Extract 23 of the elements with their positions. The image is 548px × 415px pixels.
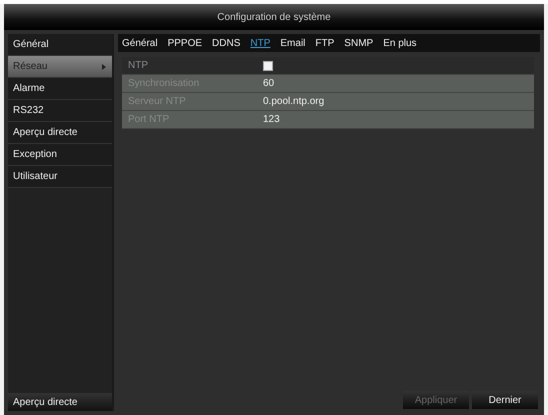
caret-icon	[101, 64, 107, 70]
tab[interactable]: FTP	[315, 38, 334, 48]
setting-value-field[interactable]: 123	[261, 111, 534, 128]
tab[interactable]: NTP	[250, 38, 270, 48]
sidebar-item[interactable]: Exception	[8, 144, 112, 166]
live-view-button[interactable]: Aperçu directe	[8, 393, 112, 411]
sidebar-item[interactable]: Alarme	[8, 78, 112, 100]
sidebar-item[interactable]: Utilisateur	[8, 166, 112, 188]
tab[interactable]: DDNS	[212, 38, 240, 48]
tab[interactable]: En plus	[383, 38, 417, 48]
setting-value-field[interactable]: 0.pool.ntp.org	[261, 93, 534, 110]
tab[interactable]: Email	[280, 38, 306, 48]
tab[interactable]: PPPOE	[168, 38, 202, 48]
back-button[interactable]: Dernier	[472, 391, 538, 409]
tab[interactable]: Général	[122, 38, 158, 48]
setting-label: NTP	[127, 60, 149, 71]
setting-value-field[interactable]: 60	[261, 75, 534, 92]
tab[interactable]: SNMP	[344, 38, 374, 48]
ntp-checkbox[interactable]	[263, 60, 273, 70]
sidebar-item[interactable]: RS232	[8, 100, 112, 122]
window-title: Configuration de système	[4, 4, 544, 30]
sidebar-item[interactable]: Général	[8, 34, 112, 56]
sidebar-item[interactable]: Aperçu directe	[8, 122, 112, 144]
